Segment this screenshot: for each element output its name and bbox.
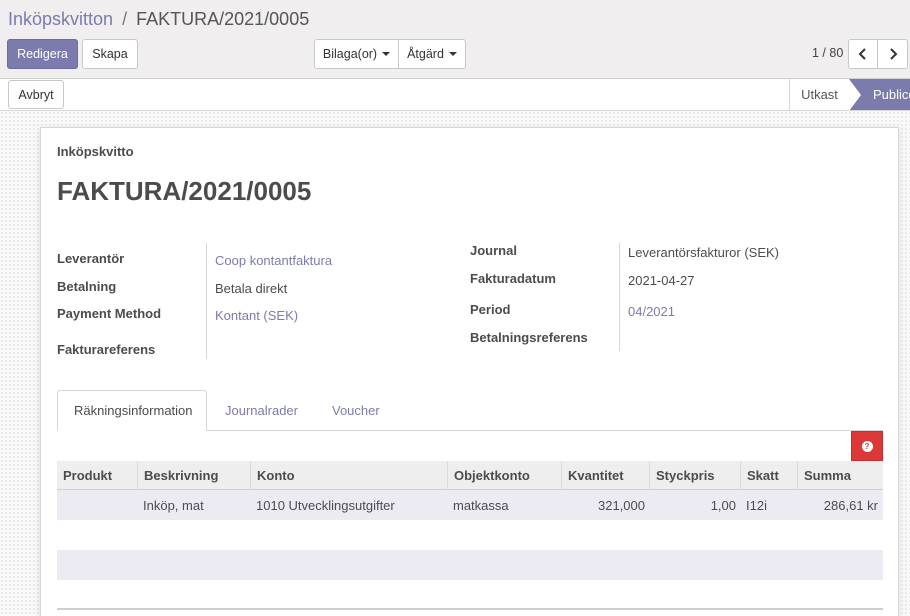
chevron-right-icon xyxy=(889,48,897,60)
table-row[interactable]: Inköp, mat 1010 Utvecklingsutgifter matk… xyxy=(57,490,883,520)
invoice-date-field[interactable]: 2021-04-27 xyxy=(628,273,695,288)
column-header[interactable]: Summa xyxy=(797,461,883,490)
tab-voucher[interactable]: Voucher xyxy=(332,390,380,431)
create-button[interactable]: Skapa xyxy=(82,39,138,69)
table-row-empty xyxy=(57,550,883,580)
period-label: Period xyxy=(470,302,511,317)
field-divider xyxy=(206,243,207,359)
column-header[interactable]: Konto xyxy=(250,461,447,490)
edit-button[interactable]: Redigera xyxy=(7,39,78,69)
cell-quantity: 321,000 xyxy=(598,497,645,513)
cell-description: Inköp, mat xyxy=(143,497,204,513)
column-header[interactable]: Kvantitet xyxy=(561,461,649,490)
payment-method-label: Payment Method xyxy=(57,306,162,321)
column-header[interactable]: Beskrivning xyxy=(137,461,250,490)
cell-analytic-account: matkassa xyxy=(453,497,509,513)
column-header[interactable]: Objektkonto xyxy=(447,461,561,490)
action-label: Åtgärd xyxy=(407,47,444,61)
attachments-dropdown[interactable]: Bilaga(or) xyxy=(314,39,399,69)
cell-tax: I12i xyxy=(746,497,767,513)
table-header: Produkt Beskrivning Konto Objektkonto Kv… xyxy=(57,461,883,490)
notebook-tabs: Räkningsinformation Journalrader Voucher xyxy=(57,390,883,431)
period-field[interactable]: 04/2021 xyxy=(628,304,675,319)
journal-field[interactable]: Leverantörsfakturor (SEK) xyxy=(628,245,779,260)
column-header[interactable]: Skatt xyxy=(740,461,797,490)
document-type-label: Inköpskvitto xyxy=(57,144,134,159)
help-button[interactable]: ? xyxy=(851,431,883,461)
cell-account: 1010 Utvecklingsutgifter xyxy=(256,497,395,513)
status-arrow-divider xyxy=(849,79,861,111)
cell-unit-price: 1,00 xyxy=(710,497,736,513)
column-header[interactable]: Styckpris xyxy=(649,461,740,490)
breadcrumb-separator: / xyxy=(122,9,128,29)
attachments-label: Bilaga(or) xyxy=(322,47,378,61)
breadcrumb-parent-link[interactable]: Inköpskvitton xyxy=(8,9,113,29)
vendor-field[interactable]: Coop kontantfaktura xyxy=(215,253,332,268)
table-row-empty xyxy=(57,580,883,610)
vendor-label: Leverantör xyxy=(57,251,125,266)
breadcrumb: Inköpskvitton / FAKTURA/2021/0005 xyxy=(8,9,309,30)
invoice-reference-label: Fakturareferens xyxy=(57,342,156,357)
tab-journal-items[interactable]: Journalrader xyxy=(225,390,298,431)
payment-method-field[interactable]: Kontant (SEK) xyxy=(215,308,298,323)
breadcrumb-current: FAKTURA/2021/0005 xyxy=(136,9,310,29)
action-dropdown[interactable]: Åtgärd xyxy=(398,39,466,69)
journal-label: Journal xyxy=(470,243,517,258)
statusbar: Avbryt Utkast Publicerad xyxy=(0,79,910,111)
question-circle-icon: ? xyxy=(861,440,873,452)
column-header[interactable]: Produkt xyxy=(57,461,137,490)
pager-next-button[interactable] xyxy=(877,39,908,69)
pager-value[interactable]: 1 / 80 xyxy=(812,46,843,60)
payment-field[interactable]: Betala direkt xyxy=(215,281,287,296)
field-divider xyxy=(619,243,620,351)
cell-total: 286,61 kr xyxy=(823,497,878,513)
invoice-date-label: Fakturadatum xyxy=(470,271,556,286)
pager-previous-button[interactable] xyxy=(848,39,878,69)
cancel-button[interactable]: Avbryt xyxy=(8,80,64,109)
caret-down-icon xyxy=(382,52,391,56)
status-step-draft[interactable]: Utkast xyxy=(789,79,849,110)
table-row-empty xyxy=(57,520,883,550)
page-title: FAKTURA/2021/0005 xyxy=(57,176,312,206)
chevron-left-icon xyxy=(858,48,866,60)
control-panel: Inköpskvitton / FAKTURA/2021/0005 Redige… xyxy=(0,0,910,79)
tab-invoice-info[interactable]: Räkningsinformation xyxy=(57,390,207,431)
payment-reference-label: Betalningsreferens xyxy=(470,330,588,345)
table-footer-line xyxy=(57,608,883,610)
caret-down-icon xyxy=(448,52,457,56)
payment-label: Betalning xyxy=(57,279,117,294)
